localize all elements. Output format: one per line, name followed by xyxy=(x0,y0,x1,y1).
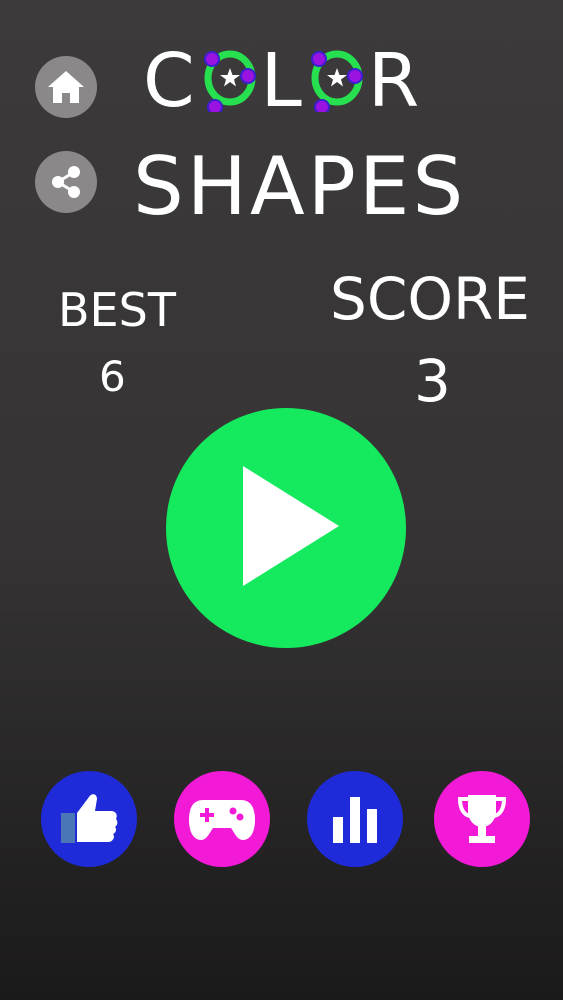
home-button[interactable] xyxy=(35,56,97,118)
title-letter-r: R xyxy=(367,38,424,124)
best-label: BEST xyxy=(58,283,176,337)
color-ring-o-icon xyxy=(308,38,366,115)
games-button[interactable] xyxy=(174,771,270,867)
share-icon xyxy=(52,166,80,198)
title-letter-c: C xyxy=(143,38,199,124)
play-button[interactable] xyxy=(166,408,406,648)
title-color: C L R xyxy=(143,36,423,126)
score-value: 3 xyxy=(414,347,451,415)
play-icon xyxy=(243,466,339,586)
title-shapes: SHAPES xyxy=(133,140,467,233)
title-letter-l: L xyxy=(260,38,306,124)
share-button[interactable] xyxy=(35,151,97,213)
bar-chart-icon xyxy=(333,797,377,843)
like-button[interactable] xyxy=(41,771,137,867)
score-label: SCORE xyxy=(330,265,530,333)
achievements-button[interactable] xyxy=(434,771,530,867)
gamepad-icon xyxy=(189,800,255,840)
trophy-icon xyxy=(457,795,507,843)
best-value: 6 xyxy=(99,352,126,401)
leaderboard-button[interactable] xyxy=(307,771,403,867)
thumbs-up-icon xyxy=(61,794,118,843)
home-icon xyxy=(48,71,84,103)
color-ring-o-icon xyxy=(201,38,259,115)
